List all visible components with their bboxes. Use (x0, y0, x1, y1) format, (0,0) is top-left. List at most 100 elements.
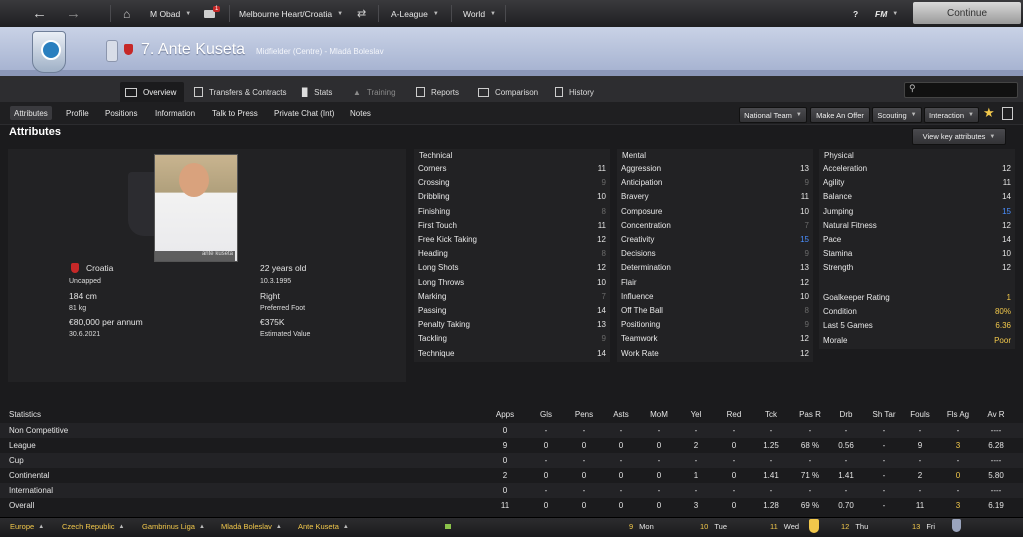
subnav-private-chat[interactable]: Private Chat (Int) (270, 106, 338, 120)
table-cell: - (769, 426, 773, 435)
attribute-value: 12 (1002, 263, 1011, 273)
inbox-icon[interactable]: 1 (204, 0, 222, 27)
table-cell: 0 (502, 486, 508, 495)
tab-transfers[interactable]: Transfers & Contracts (194, 82, 287, 102)
column-header[interactable]: Fouls (900, 410, 940, 419)
table-cell: - (769, 456, 773, 465)
calendar-day[interactable]: 9 Mon (629, 517, 654, 536)
column-header[interactable]: Red (714, 410, 754, 419)
attribute-row: Heading 8 (418, 247, 606, 260)
player-nav-arrows[interactable] (106, 40, 118, 62)
table-cell: - (619, 456, 623, 465)
attribute-label: Teamwork (621, 334, 658, 344)
calendar-day[interactable]: 13 Fri (912, 517, 935, 536)
column-header[interactable]: Fls Ag (938, 410, 978, 419)
help-button[interactable]: ? (853, 0, 858, 27)
fm-menu[interactable]: FM ▼ (875, 0, 898, 27)
estimated-value: €375K (260, 317, 285, 327)
home-icon[interactable]: ⌂ (123, 0, 130, 27)
attribute-label: Aggression (621, 164, 662, 173)
attribute-row: Decisions 9 (621, 247, 809, 260)
tab-label: Comparison (495, 87, 539, 97)
table-cell: - (657, 486, 661, 495)
club-menu[interactable]: Melbourne Heart/Croatia ▼ (239, 0, 343, 27)
breadcrumb-item[interactable]: Czech Republic ▲ (62, 517, 124, 536)
day-name: Wed (783, 522, 800, 531)
column-header[interactable]: Tck (751, 410, 791, 419)
column-header[interactable]: Pas R (790, 410, 830, 419)
tab-stats[interactable]: ▉ Stats (302, 82, 332, 102)
manager-menu[interactable]: M Obad ▼ (150, 0, 191, 27)
tab-reports[interactable]: Reports (416, 82, 459, 102)
breadcrumb-item[interactable]: Mladá Boleslav ▲ (221, 517, 282, 536)
back-arrow-icon[interactable]: ← (32, 0, 47, 27)
column-header[interactable]: Pens (564, 410, 604, 419)
subnav-notes[interactable]: Notes (346, 106, 375, 120)
day-name: Mon (639, 522, 654, 531)
tab-history[interactable]: History (555, 82, 594, 102)
subnav-information[interactable]: Information (151, 106, 199, 120)
table-cell: - (582, 426, 586, 435)
world-menu[interactable]: World ▼ (463, 0, 496, 27)
swap-icon[interactable]: ⇄ (357, 0, 366, 27)
attribute-label: Strength (823, 263, 854, 273)
attribute-row: Goalkeeper Rating 1 (823, 291, 1011, 304)
tab-training[interactable]: ▲ Training (353, 82, 396, 102)
competition-menu[interactable]: A-League ▼ (391, 0, 439, 27)
subnav-positions[interactable]: Positions (101, 106, 141, 120)
scouting-button[interactable]: Scouting ▼ (872, 107, 922, 123)
attribute-row: Jumping 15 (823, 205, 1011, 218)
forward-arrow-icon[interactable]: → (66, 0, 81, 27)
attribute-row: Strength 12 (823, 261, 1011, 274)
national-team-button[interactable]: National Team ▼ (739, 107, 807, 123)
column-header[interactable]: Asts (601, 410, 641, 419)
table-cell: 11 (915, 501, 925, 510)
subnav-attributes[interactable]: Attributes (10, 106, 52, 120)
calendar-day[interactable]: 10 Tue (700, 517, 727, 536)
make-offer-button[interactable]: Make An Offer (810, 107, 870, 123)
training-icon: ▲ (353, 87, 361, 97)
attribute-value: 7 (804, 220, 809, 230)
row-label: Overall (9, 501, 35, 510)
attribute-row: Off The Ball 8 (621, 304, 809, 317)
column-header[interactable]: Gls (526, 410, 566, 419)
table-cell: - (619, 426, 623, 435)
calendar-day[interactable]: 11 Wed (770, 517, 799, 536)
attribute-label: Anticipation (621, 178, 663, 188)
breadcrumb-item[interactable]: Gambrinus Liga ▲ (142, 517, 205, 536)
column-header[interactable]: Drb (826, 410, 866, 419)
tab-comparison[interactable]: Comparison (478, 82, 538, 102)
trophy-icon[interactable] (809, 519, 819, 533)
breadcrumb-item[interactable]: Ante Kuseta ▲ (298, 517, 349, 536)
column-header[interactable]: Apps (485, 410, 525, 419)
table-cell: 68 % (800, 441, 820, 450)
table-cell: - (544, 486, 548, 495)
attribute-label: Marking (418, 291, 447, 301)
calendar-day[interactable]: 12 Thu (841, 517, 868, 536)
table-cell: - (694, 486, 698, 495)
subnav-profile[interactable]: Profile (62, 106, 93, 120)
subnav-talk-to-press[interactable]: Talk to Press (208, 106, 262, 120)
table-cell: - (918, 486, 922, 495)
search-input[interactable]: ⚲ (904, 82, 1018, 98)
day-number: 10 (700, 522, 709, 531)
row-label: Continental (9, 471, 50, 480)
table-cell: ---- (990, 456, 1002, 465)
table-cell: - (882, 486, 886, 495)
mental-header: Mental (622, 151, 647, 160)
column-header[interactable]: MoM (639, 410, 679, 419)
attribute-label: Morale (823, 335, 848, 345)
attribute-value: 13 (800, 164, 809, 173)
column-header[interactable]: Sh Tar (864, 410, 904, 419)
club-badge-icon[interactable] (952, 519, 961, 532)
column-header[interactable]: Av R (976, 410, 1016, 419)
view-key-attributes-button[interactable]: View key attributes ▼ (912, 128, 1006, 145)
shortlist-star-icon[interactable]: ★ (983, 105, 995, 121)
tab-overview[interactable]: Overview (120, 82, 184, 102)
notes-edit-icon[interactable] (1002, 107, 1013, 120)
interaction-button[interactable]: Interaction ▼ (924, 107, 979, 123)
preferred-foot-label: Preferred Foot (260, 305, 306, 312)
continue-button[interactable]: Continue (913, 2, 1021, 24)
breadcrumb-item[interactable]: Europe ▲ (10, 517, 44, 536)
column-header[interactable]: Yel (676, 410, 716, 419)
